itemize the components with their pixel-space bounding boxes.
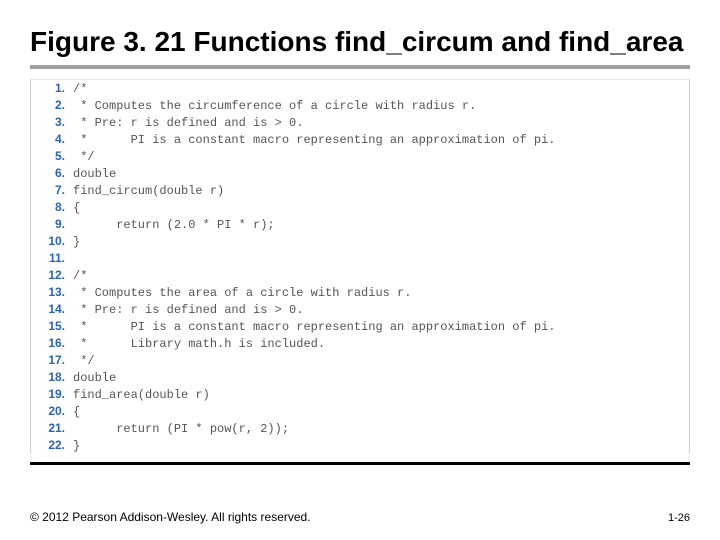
code-line: 3. * Pre: r is defined and is > 0. [31,114,689,131]
code-text: * Pre: r is defined and is > 0. [73,115,303,132]
line-number: 13. [31,284,73,301]
line-number: 11. [31,250,73,267]
line-number: 4. [31,131,73,148]
slide: Figure 3. 21 Functions find_circum and f… [0,0,720,540]
code-text: double [73,370,116,387]
code-line: 9. return (2.0 * PI * r); [31,216,689,233]
bottom-rule [30,462,690,465]
code-text: * PI is a constant macro representing an… [73,132,555,149]
code-text: find_circum(double r) [73,183,224,200]
code-line: 11. [31,250,689,267]
copyright-text: © 2012 Pearson Addison-Wesley. All right… [30,510,311,524]
code-line: 6.double [31,165,689,182]
code-line: 2. * Computes the circumference of a cir… [31,97,689,114]
code-text: } [73,438,80,455]
line-number: 15. [31,318,73,335]
code-line: 21. return (PI * pow(r, 2)); [31,420,689,437]
code-text: * PI is a constant macro representing an… [73,319,555,336]
code-line: 20.{ [31,403,689,420]
code-line: 12./* [31,267,689,284]
code-text: return (2.0 * PI * r); [73,217,275,234]
code-text: */ [73,149,95,166]
line-number: 2. [31,97,73,114]
code-text: { [73,200,80,217]
line-number: 22. [31,437,73,454]
line-number: 10. [31,233,73,250]
code-text: * Pre: r is defined and is > 0. [73,302,303,319]
code-text: /* [73,268,87,285]
code-line: 16. * Library math.h is included. [31,335,689,352]
code-line: 18.double [31,369,689,386]
code-text: * Computes the area of a circle with rad… [73,285,411,302]
line-number: 7. [31,182,73,199]
code-listing: 1./*2. * Computes the circumference of a… [30,79,690,454]
code-text: * Library math.h is included. [73,336,325,353]
line-number: 21. [31,420,73,437]
line-number: 20. [31,403,73,420]
code-line: 14. * Pre: r is defined and is > 0. [31,301,689,318]
code-text: find_area(double r) [73,387,210,404]
line-number: 9. [31,216,73,233]
code-text: return (PI * pow(r, 2)); [73,421,289,438]
line-number: 17. [31,352,73,369]
line-number: 12. [31,267,73,284]
code-line: 7.find_circum(double r) [31,182,689,199]
code-text: double [73,166,116,183]
code-line: 1./* [31,80,689,97]
line-number: 3. [31,114,73,131]
code-text: */ [73,353,95,370]
code-line: 22.} [31,437,689,454]
code-text: } [73,234,80,251]
line-number: 6. [31,165,73,182]
line-number: 16. [31,335,73,352]
line-number: 19. [31,386,73,403]
figure-title: Figure 3. 21 Functions find_circum and f… [30,25,690,69]
code-line: 4. * PI is a constant macro representing… [31,131,689,148]
code-line: 17. */ [31,352,689,369]
page-number: 1-26 [668,512,690,524]
code-text: { [73,404,80,421]
code-line: 8.{ [31,199,689,216]
code-line: 10.} [31,233,689,250]
code-line: 15. * PI is a constant macro representin… [31,318,689,335]
line-number: 8. [31,199,73,216]
code-text: /* [73,81,87,98]
code-line: 19.find_area(double r) [31,386,689,403]
code-line: 5. */ [31,148,689,165]
code-line: 13. * Computes the area of a circle with… [31,284,689,301]
line-number: 1. [31,80,73,97]
line-number: 18. [31,369,73,386]
code-text: * Computes the circumference of a circle… [73,98,476,115]
line-number: 14. [31,301,73,318]
footer: © 2012 Pearson Addison-Wesley. All right… [30,510,690,524]
line-number: 5. [31,148,73,165]
